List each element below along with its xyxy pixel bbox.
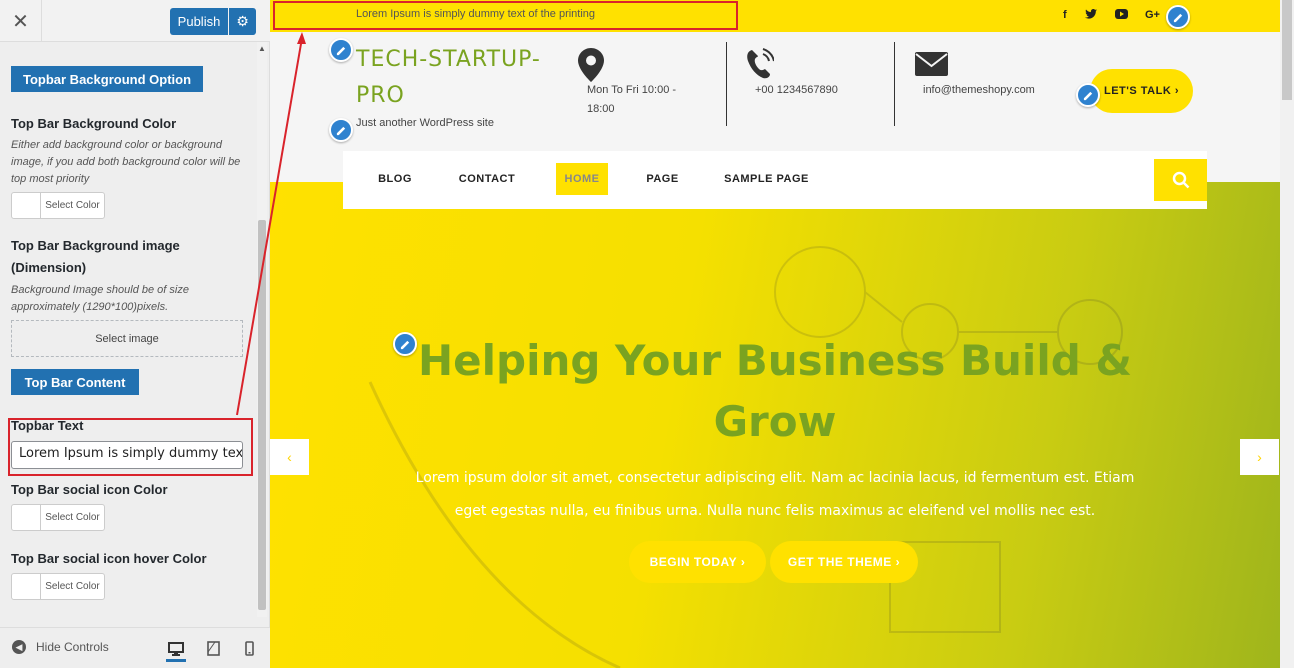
publish-button[interactable]: Publish bbox=[170, 8, 228, 35]
phone-icon bbox=[746, 48, 775, 85]
publish-settings-gear-icon[interactable]: ⚙ bbox=[229, 8, 256, 35]
customizer-sidebar: ✕ Publish ⚙ ▲ Topbar Background Option T… bbox=[0, 0, 270, 668]
email-address: info@themeshopy.com bbox=[923, 84, 1035, 96]
nav-item-home[interactable]: HOME bbox=[556, 163, 608, 195]
hero-slider: Helping Your Business Build & Grow Lorem… bbox=[270, 182, 1280, 668]
nav-item-page[interactable]: PAGE bbox=[640, 163, 685, 195]
bg-color-picker[interactable]: Select Color bbox=[11, 192, 105, 219]
bg-image-description: Background Image should be of size appro… bbox=[11, 284, 189, 313]
slider-next-arrow-icon[interactable]: › bbox=[1240, 439, 1279, 475]
edit-shortcut-pencil-icon[interactable] bbox=[1076, 83, 1100, 107]
social-icon-hover-color-title: Top Bar social icon hover Color bbox=[11, 551, 207, 566]
tablet-preview-icon[interactable] bbox=[203, 638, 223, 658]
slider-prev-arrow-icon[interactable]: ‹ bbox=[270, 439, 309, 475]
social-icon-hover-color-picker[interactable]: Select Color bbox=[11, 573, 105, 600]
topbar: Lorem Ipsum is simply dummy text of the … bbox=[270, 0, 1280, 32]
hide-controls-button[interactable]: ◀ Hide Controls bbox=[12, 640, 109, 654]
bg-image-title-dimension: (Dimension) bbox=[11, 260, 87, 275]
edit-shortcut-pencil-icon[interactable] bbox=[329, 118, 353, 142]
collapse-arrow-icon: ◀ bbox=[12, 640, 26, 654]
scroll-up-arrow-icon[interactable]: ▲ bbox=[258, 44, 266, 53]
get-the-theme-button[interactable]: GET THE THEME › bbox=[770, 541, 918, 583]
color-swatch bbox=[12, 574, 41, 599]
bg-color-title: Top Bar Background Color bbox=[11, 116, 177, 131]
preview-scrollbar[interactable] bbox=[1280, 0, 1294, 668]
social-icon-color-picker[interactable]: Select Color bbox=[11, 504, 105, 531]
topbar-background-option-button[interactable]: Topbar Background Option bbox=[11, 66, 203, 92]
color-swatch bbox=[12, 193, 41, 218]
mobile-preview-icon[interactable] bbox=[239, 638, 259, 658]
top-bar-content-button[interactable]: Top Bar Content bbox=[11, 369, 139, 395]
envelope-icon bbox=[915, 52, 948, 81]
hide-controls-label: Hide Controls bbox=[36, 640, 109, 654]
begin-today-label: BEGIN TODAY bbox=[649, 555, 738, 569]
select-color-label: Select Color bbox=[45, 512, 100, 523]
lets-talk-label: LET'S TALK bbox=[1103, 85, 1172, 97]
preview-scroll-thumb[interactable] bbox=[1282, 0, 1292, 100]
select-color-label: Select Color bbox=[45, 581, 100, 592]
customizer-header: ✕ Publish ⚙ bbox=[0, 0, 270, 42]
get-the-theme-label: GET THE THEME bbox=[787, 555, 892, 569]
business-hours: Mon To Fri 10:00 - 18:00 bbox=[587, 84, 677, 115]
topbar-text-title: Topbar Text bbox=[11, 418, 84, 433]
header-divider bbox=[726, 42, 727, 126]
social-icon-color-title: Top Bar social icon Color bbox=[11, 482, 168, 497]
main-navigation: BLOG CONTACT HOME PAGE SAMPLE PAGE bbox=[343, 151, 1207, 209]
close-icon[interactable]: ✕ bbox=[0, 0, 42, 42]
search-button[interactable] bbox=[1154, 159, 1207, 201]
desktop-preview-icon[interactable] bbox=[166, 638, 186, 662]
header-divider bbox=[894, 42, 895, 126]
edit-shortcut-pencil-icon[interactable] bbox=[1166, 5, 1190, 29]
google-plus-icon[interactable]: G+ bbox=[1145, 9, 1160, 21]
select-color-label: Select Color bbox=[45, 200, 100, 211]
sidebar-scroll-thumb[interactable] bbox=[258, 220, 266, 610]
youtube-icon[interactable] bbox=[1115, 9, 1128, 22]
facebook-icon[interactable]: f bbox=[1063, 9, 1067, 21]
nav-item-contact[interactable]: CONTACT bbox=[451, 163, 523, 195]
site-title[interactable]: TECH-STARTUP-PRO bbox=[356, 42, 556, 114]
bg-image-title: Top Bar Background image bbox=[11, 238, 180, 253]
site-tagline: Just another WordPress site bbox=[356, 117, 494, 129]
nav-item-sample-page[interactable]: SAMPLE PAGE bbox=[719, 163, 814, 195]
search-icon bbox=[1172, 171, 1189, 189]
begin-today-button[interactable]: BEGIN TODAY › bbox=[629, 541, 766, 583]
customizer-footer: ◀ Hide Controls bbox=[0, 627, 270, 668]
highlight-box-topbar bbox=[273, 1, 738, 30]
bg-color-description: Either add background color or backgroun… bbox=[11, 139, 241, 185]
phone-number: +00 1234567890 bbox=[755, 84, 838, 96]
color-swatch bbox=[12, 505, 41, 530]
hero-body-text: Lorem ipsum dolor sit amet, consectetur … bbox=[415, 470, 1135, 519]
site-preview: Lorem Ipsum is simply dummy text of the … bbox=[270, 0, 1294, 668]
select-image-button[interactable]: Select image bbox=[11, 320, 243, 357]
topbar-text-input[interactable]: Lorem Ipsum is simply dummy text of bbox=[11, 441, 243, 469]
edit-shortcut-pencil-icon[interactable] bbox=[329, 38, 353, 62]
twitter-icon[interactable] bbox=[1085, 9, 1097, 22]
nav-item-blog[interactable]: BLOG bbox=[370, 163, 420, 195]
hero-title: Helping Your Business Build & Grow bbox=[417, 336, 1133, 446]
lets-talk-button[interactable]: LET'S TALK › bbox=[1090, 69, 1193, 113]
